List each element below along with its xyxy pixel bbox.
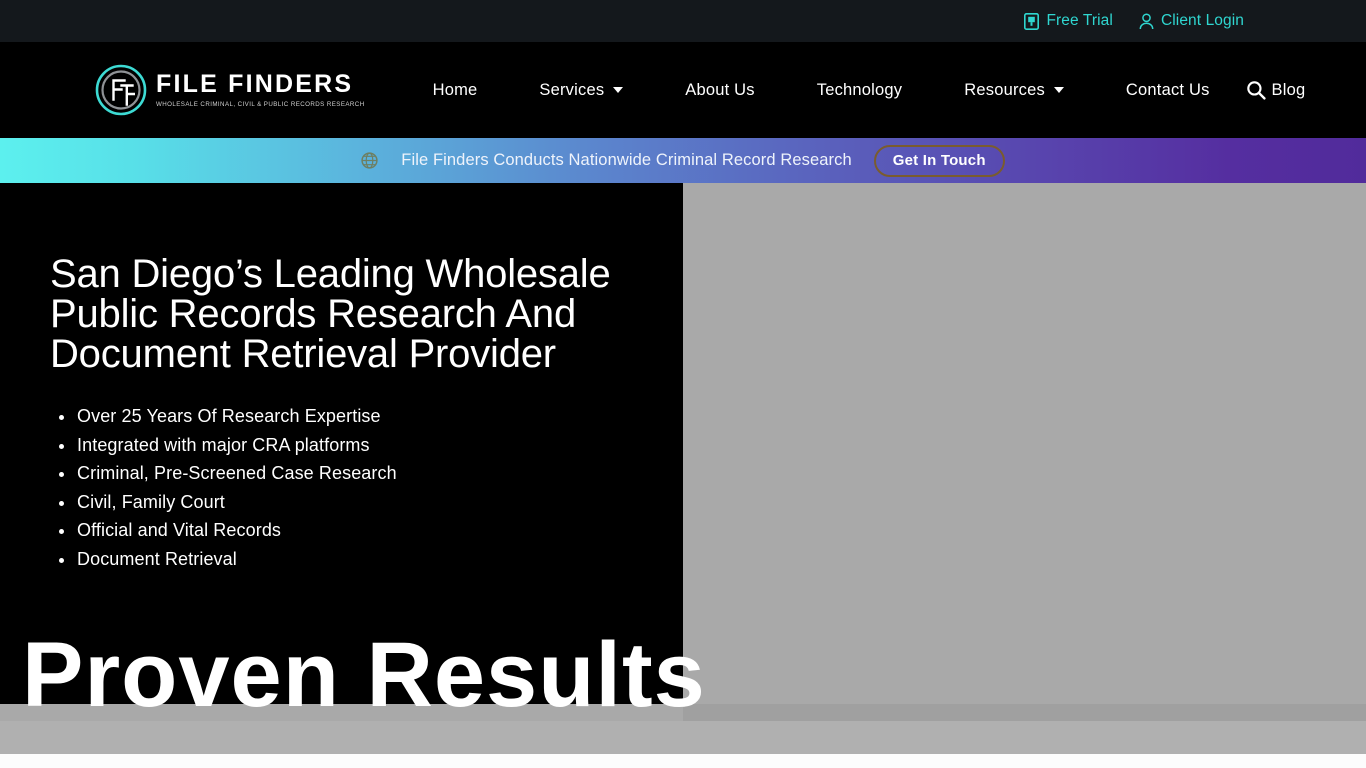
hero-copy-block: San Diego’s Leading Wholesale Public Rec… (50, 254, 690, 574)
client-login-link[interactable]: Client Login (1139, 12, 1244, 30)
nav-label-blog: Blog (1271, 80, 1306, 99)
get-in-touch-button[interactable]: Get In Touch (873, 144, 1005, 177)
nav-item-about-us[interactable]: About Us (685, 81, 754, 100)
hero-gray-band-upper (683, 704, 1366, 721)
list-item: Criminal, Pre-Screened Case Research (50, 459, 690, 488)
announcement-text: File Finders Conducts Nationwide Crimina… (401, 151, 852, 169)
search-icon[interactable] (1246, 80, 1266, 100)
document-trial-icon (1024, 12, 1040, 30)
proven-results-heading: Proven Results (22, 624, 706, 726)
primary-navigation: Home Services About Us Technology Resour… (433, 81, 1306, 100)
chevron-down-icon (1053, 87, 1064, 93)
top-utility-bar: Free Trial Client Login (0, 0, 1366, 42)
file-finders-monogram-icon (95, 64, 147, 116)
page-title: San Diego’s Leading Wholesale Public Rec… (50, 252, 611, 376)
nav-label-about-us: About Us (685, 80, 755, 99)
globe-icon (361, 152, 378, 169)
list-item: Over 25 Years Of Research Expertise (50, 402, 690, 431)
list-item: Civil, Family Court (50, 488, 690, 517)
nav-item-technology[interactable]: Technology (817, 81, 902, 100)
nav-label-services: Services (539, 80, 605, 99)
hero-feature-list: Over 25 Years Of Research Expertise Inte… (50, 402, 690, 574)
hero-section: San Diego’s Leading Wholesale Public Rec… (0, 183, 1366, 768)
nav-item-services[interactable]: Services (539, 80, 624, 100)
list-item: Document Retrieval (50, 545, 690, 574)
nav-label-home: Home (432, 80, 478, 99)
user-icon (1139, 12, 1154, 30)
nav-item-home[interactable]: Home (433, 81, 478, 100)
hero-white-strip (0, 754, 1366, 768)
free-trial-link[interactable]: Free Trial (1024, 12, 1113, 30)
nav-label-contact-us: Contact Us (1125, 80, 1210, 99)
nav-item-blog[interactable]: Blog (1272, 81, 1306, 100)
site-logo[interactable]: FILE FINDERS WHOLESALE CRIMINAL, CIVIL &… (95, 64, 365, 116)
site-header: FILE FINDERS WHOLESALE CRIMINAL, CIVIL &… (0, 42, 1366, 138)
logo-tagline: WHOLESALE CRIMINAL, CIVIL & PUBLIC RECOR… (156, 101, 365, 108)
nav-label-resources: Resources (964, 80, 1045, 99)
nav-item-contact-us[interactable]: Contact Us (1126, 81, 1210, 100)
list-item: Integrated with major CRA platforms (50, 431, 690, 460)
nav-label-technology: Technology (816, 80, 903, 99)
logo-wordmark: FILE FINDERS (156, 70, 354, 98)
free-trial-label: Free Trial (1046, 12, 1113, 29)
list-item: Official and Vital Records (50, 516, 690, 545)
chevron-down-icon (613, 87, 624, 93)
nav-item-resources[interactable]: Resources (964, 81, 1064, 100)
announcement-bar: File Finders Conducts Nationwide Crimina… (0, 138, 1366, 183)
client-login-label: Client Login (1160, 12, 1244, 29)
